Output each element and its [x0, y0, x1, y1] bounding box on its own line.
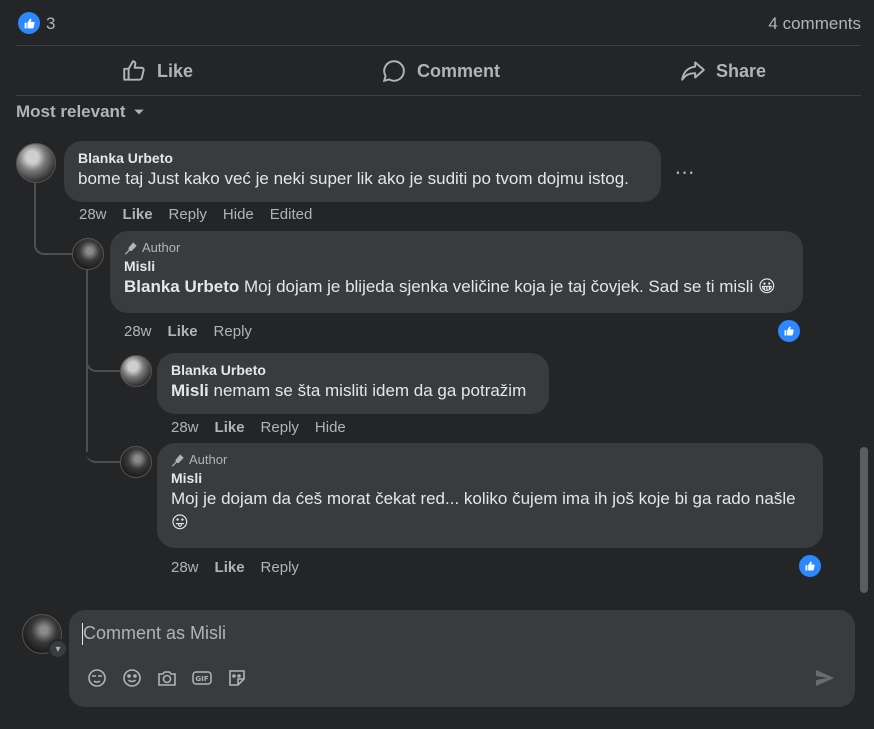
comment-bubble: Blanka Urbeto Misli nemam se šta misliti…: [157, 353, 549, 414]
comment-hide-button[interactable]: Hide: [223, 206, 254, 223]
timestamp[interactable]: 28w: [79, 206, 107, 223]
avatar-sticker-icon[interactable]: [85, 666, 109, 690]
comment-reply-button[interactable]: Reply: [261, 419, 299, 436]
comment-author-name[interactable]: Misli: [171, 469, 809, 487]
camera-icon[interactable]: [155, 666, 179, 690]
avatar[interactable]: [72, 238, 104, 270]
thread-line: [86, 360, 88, 452]
avatar[interactable]: [16, 143, 56, 183]
comment-like-button[interactable]: Like: [168, 323, 198, 340]
comment-actions: 28w Like Reply Hide Edited: [79, 206, 312, 223]
comment-actions: 28w Like Reply: [171, 559, 299, 576]
timestamp[interactable]: 28w: [171, 559, 199, 576]
scrollbar-thumb[interactable]: [860, 447, 868, 593]
comment-author-name[interactable]: Misli: [124, 257, 789, 275]
comment-button[interactable]: Comment: [381, 56, 500, 86]
thumbs-up-icon: [805, 561, 815, 571]
sort-dropdown[interactable]: Most relevant: [16, 102, 146, 122]
thumbs-up-icon: [123, 60, 145, 81]
like-label: Like: [157, 60, 194, 81]
sticker-icon[interactable]: [225, 666, 249, 690]
comment-hide-button[interactable]: Hide: [315, 419, 346, 436]
comment-text: Misli nemam se šta misliti idem da ga po…: [171, 379, 535, 403]
comment-composer[interactable]: Comment as Misli GIF: [69, 610, 855, 707]
comment-input-placeholder[interactable]: Comment as Misli: [83, 623, 226, 644]
share-arrow-icon: [681, 61, 705, 81]
comment-text: Moj je dojam da ćeš morat čekat red... k…: [171, 489, 796, 532]
share-button[interactable]: Share: [680, 56, 766, 86]
speech-bubble-icon: [382, 60, 405, 83]
author-label: Author: [189, 452, 228, 467]
comment-author-name[interactable]: Blanka Urbeto: [171, 361, 535, 379]
like-button[interactable]: Like: [121, 56, 193, 86]
comments-count-link[interactable]: 4 comments: [768, 14, 861, 34]
caret-down-icon: [133, 109, 144, 115]
edited-label[interactable]: Edited: [270, 206, 313, 223]
thread-line: [86, 360, 120, 463]
timestamp[interactable]: 28w: [171, 419, 199, 436]
comment-label: Comment: [417, 60, 501, 81]
comment-like-button[interactable]: Like: [215, 559, 245, 576]
divider: [16, 45, 861, 46]
comment-reply-button[interactable]: Reply: [169, 206, 207, 223]
mention-link[interactable]: Misli: [171, 381, 209, 400]
comment-text: Blanka Urbeto Moj dojam je blijeda sjenk…: [124, 275, 789, 299]
comment-bubble: Author Misli Moj je dojam da ćeš morat č…: [157, 443, 823, 548]
thumbs-up-icon: [784, 326, 794, 336]
comment-reply-button[interactable]: Reply: [214, 323, 252, 340]
like-reaction-icon[interactable]: [18, 12, 40, 34]
author-badge: Author: [171, 451, 809, 469]
comment-text: bome taj Just kako već je neki super lik…: [78, 169, 629, 188]
mention-link[interactable]: Blanka Urbeto: [124, 277, 239, 296]
microphone-icon: [124, 242, 137, 255]
comment-like-button[interactable]: Like: [215, 419, 245, 436]
comment-author-name[interactable]: Blanka Urbeto: [78, 149, 647, 167]
sort-label: Most relevant: [16, 102, 126, 121]
comment-body: Moj dojam je blijeda sjenka veličine koj…: [239, 277, 776, 296]
emoji-icon[interactable]: [120, 666, 144, 690]
share-label: Share: [716, 60, 767, 81]
comment-reply-button[interactable]: Reply: [261, 559, 299, 576]
like-reaction-badge[interactable]: [776, 318, 802, 344]
like-reaction-badge[interactable]: [797, 553, 823, 579]
divider: [16, 95, 861, 96]
send-icon[interactable]: [813, 666, 837, 690]
more-options-button[interactable]: ⋯: [671, 160, 699, 184]
reaction-count[interactable]: 3: [46, 14, 55, 34]
avatar[interactable]: [120, 355, 152, 387]
comment-like-button[interactable]: Like: [123, 206, 153, 223]
timestamp[interactable]: 28w: [124, 323, 152, 340]
chevron-down-icon[interactable]: ▾: [48, 639, 68, 659]
microphone-icon: [171, 454, 184, 467]
comment-body: nemam se šta misliti idem da ga potražim: [208, 381, 527, 400]
gif-icon[interactable]: GIF: [190, 666, 214, 690]
comment-actions: 28w Like Reply Hide: [171, 419, 346, 436]
avatar[interactable]: [120, 446, 152, 478]
svg-text:GIF: GIF: [195, 675, 208, 683]
comment-bubble: Blanka Urbeto bome taj Just kako već je …: [64, 141, 661, 202]
composer-toolbar: GIF: [85, 666, 249, 690]
comment-actions: 28w Like Reply: [124, 323, 252, 340]
author-label: Author: [142, 240, 181, 255]
author-badge: Author: [124, 239, 789, 257]
comment-bubble: Author Misli Blanka Urbeto Moj dojam je …: [110, 231, 803, 313]
